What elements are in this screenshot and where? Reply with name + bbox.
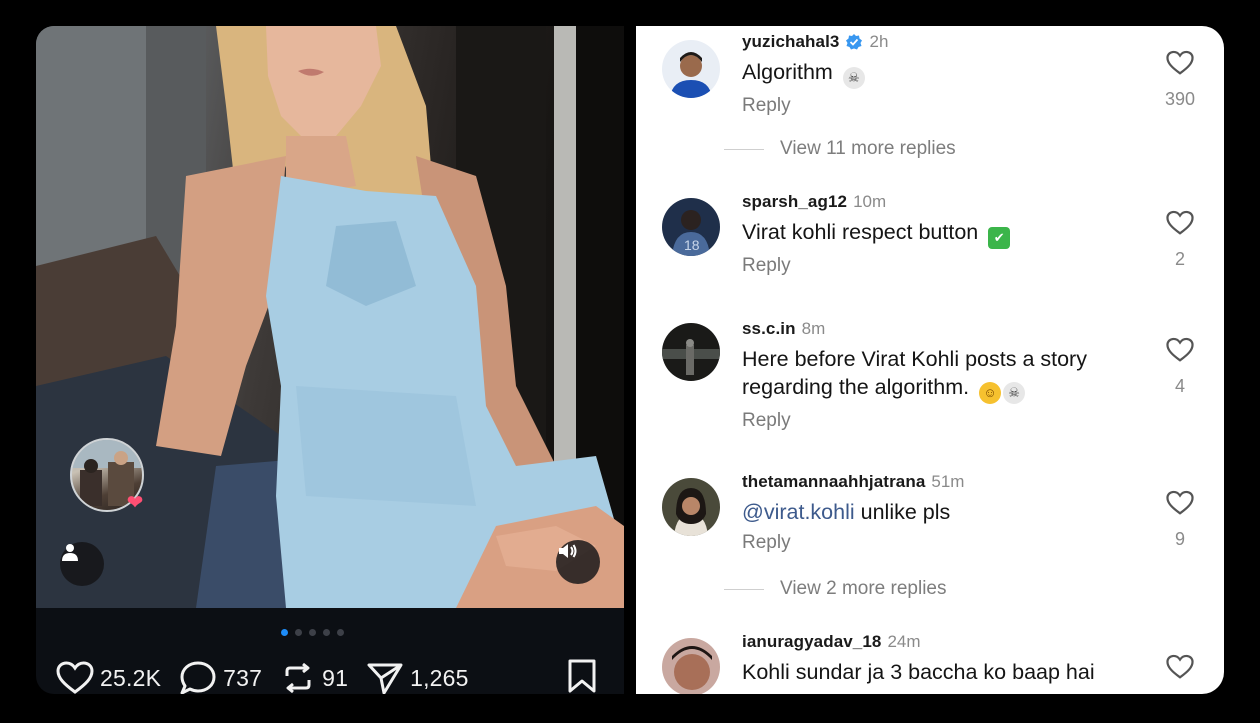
divider-line — [724, 588, 764, 590]
comment-like: 4 — [1158, 337, 1202, 397]
post-action-bar: 25.2K 737 91 1,265 — [56, 658, 604, 694]
avatar[interactable] — [662, 323, 720, 381]
shares-count: 1,265 — [410, 664, 469, 691]
speaker-icon — [559, 544, 577, 558]
comment-text: Algorithm — [742, 60, 833, 84]
comment-username[interactable]: thetamannaahhjatrana — [742, 472, 925, 492]
sound-toggle-button[interactable] — [556, 540, 600, 584]
comment-like-count: 390 — [1164, 89, 1196, 109]
comment-timestamp: 8m — [801, 319, 826, 338]
heart-icon — [56, 661, 94, 694]
reply-button[interactable]: Reply — [742, 255, 1152, 277]
heart-outline-icon[interactable] — [1166, 50, 1194, 76]
comment-text: Virat kohli respect button — [742, 220, 979, 244]
avatar[interactable]: 18 — [662, 198, 720, 256]
comment-username[interactable]: ianuragyadav_18 — [742, 632, 881, 652]
skull-emoji-icon: ☠ — [1003, 382, 1026, 404]
comment-like-count: 4 — [1158, 693, 1202, 694]
comments-count: 737 — [223, 664, 263, 691]
view-more-replies-label: View 11 more replies — [780, 138, 956, 159]
person-icon — [62, 544, 78, 561]
comment-username[interactable]: sparsh_ag12 — [742, 192, 847, 212]
heart-outline-icon[interactable] — [1166, 490, 1194, 516]
comment-text-line-1: Here before Virat Kohli posts a story — [742, 347, 1087, 371]
verified-badge-icon — [845, 33, 863, 51]
divider-line — [724, 148, 764, 150]
save-button[interactable] — [566, 658, 598, 694]
comment-text: unlike pls — [860, 500, 951, 524]
carousel-indicator — [36, 626, 606, 638]
comment-like: 390 — [1158, 50, 1202, 110]
comment-timestamp: 2h — [869, 32, 889, 51]
share-button[interactable]: 1,265 — [366, 660, 469, 694]
reply-button[interactable]: Reply — [742, 410, 1152, 432]
heart-outline-icon[interactable] — [1166, 654, 1194, 680]
comment-timestamp: 24m — [887, 632, 921, 651]
reply-button[interactable]: Reply — [742, 532, 1152, 554]
carousel-dot[interactable] — [280, 628, 288, 636]
comment-text-line-2: regarding the algorithm. — [742, 375, 970, 399]
comment-username[interactable]: ss.c.in — [742, 319, 796, 339]
comment-like-count: 2 — [1174, 249, 1185, 269]
photo-illustration — [36, 26, 624, 608]
check-mark-emoji-icon: ✔ — [988, 227, 1011, 249]
comment-timestamp: 10m — [853, 192, 887, 211]
comments-panel: yuzichahal3 2h Algorithm ☠ Reply 390 Vie… — [636, 26, 1224, 694]
view-more-replies-label: View 2 more replies — [780, 578, 947, 599]
view-more-replies[interactable]: View 2 more replies — [724, 578, 947, 600]
comment-timestamp: 51m — [931, 472, 965, 491]
avatar[interactable] — [662, 478, 720, 536]
comment-text: Kohli sundar ja 3 baccha ko baap hai — [742, 660, 1095, 684]
bookmark-icon — [568, 659, 596, 693]
avatar[interactable] — [662, 638, 720, 694]
comment-like: 4 — [1158, 654, 1202, 694]
carousel-dot[interactable] — [322, 628, 330, 636]
likes-count: 25.2K — [100, 664, 162, 691]
heart-outline-icon[interactable] — [1166, 337, 1194, 363]
repost-icon — [285, 662, 311, 694]
heart-reaction-icon: ❤ — [126, 492, 144, 514]
comment-like-count: 4 — [1174, 376, 1185, 396]
laughing-emoji-icon: ☺ — [979, 382, 1002, 404]
carousel-dot[interactable] — [308, 628, 316, 636]
svg-text:18: 18 — [684, 237, 700, 253]
send-icon — [367, 663, 403, 694]
comment-like: 9 — [1158, 490, 1202, 550]
avatar[interactable] — [662, 40, 720, 98]
comment-like: 2 — [1158, 210, 1202, 270]
post-photo[interactable]: ❤ — [36, 26, 624, 608]
like-button[interactable]: 25.2K — [56, 661, 161, 694]
repost-button[interactable]: 91 — [280, 660, 348, 694]
reply-button[interactable]: Reply — [742, 95, 1152, 117]
comment-username[interactable]: yuzichahal3 — [742, 32, 839, 52]
mention-link[interactable]: @virat.kohli — [742, 500, 855, 524]
carousel-dot[interactable] — [294, 628, 302, 636]
heart-outline-icon[interactable] — [1166, 210, 1194, 236]
reposts-count: 91 — [322, 664, 349, 691]
comment-button[interactable]: 737 — [179, 660, 262, 694]
carousel-dot[interactable] — [336, 628, 344, 636]
comment-bubble-icon — [180, 661, 216, 694]
tagged-users-button[interactable] — [60, 542, 104, 586]
skull-emoji-icon: ☠ — [842, 67, 865, 89]
comment-like-count: 9 — [1174, 529, 1185, 549]
post-panel: ❤ 25.2K 737 91 1,265 — [36, 26, 624, 694]
view-more-replies[interactable]: View 11 more replies — [724, 138, 956, 160]
